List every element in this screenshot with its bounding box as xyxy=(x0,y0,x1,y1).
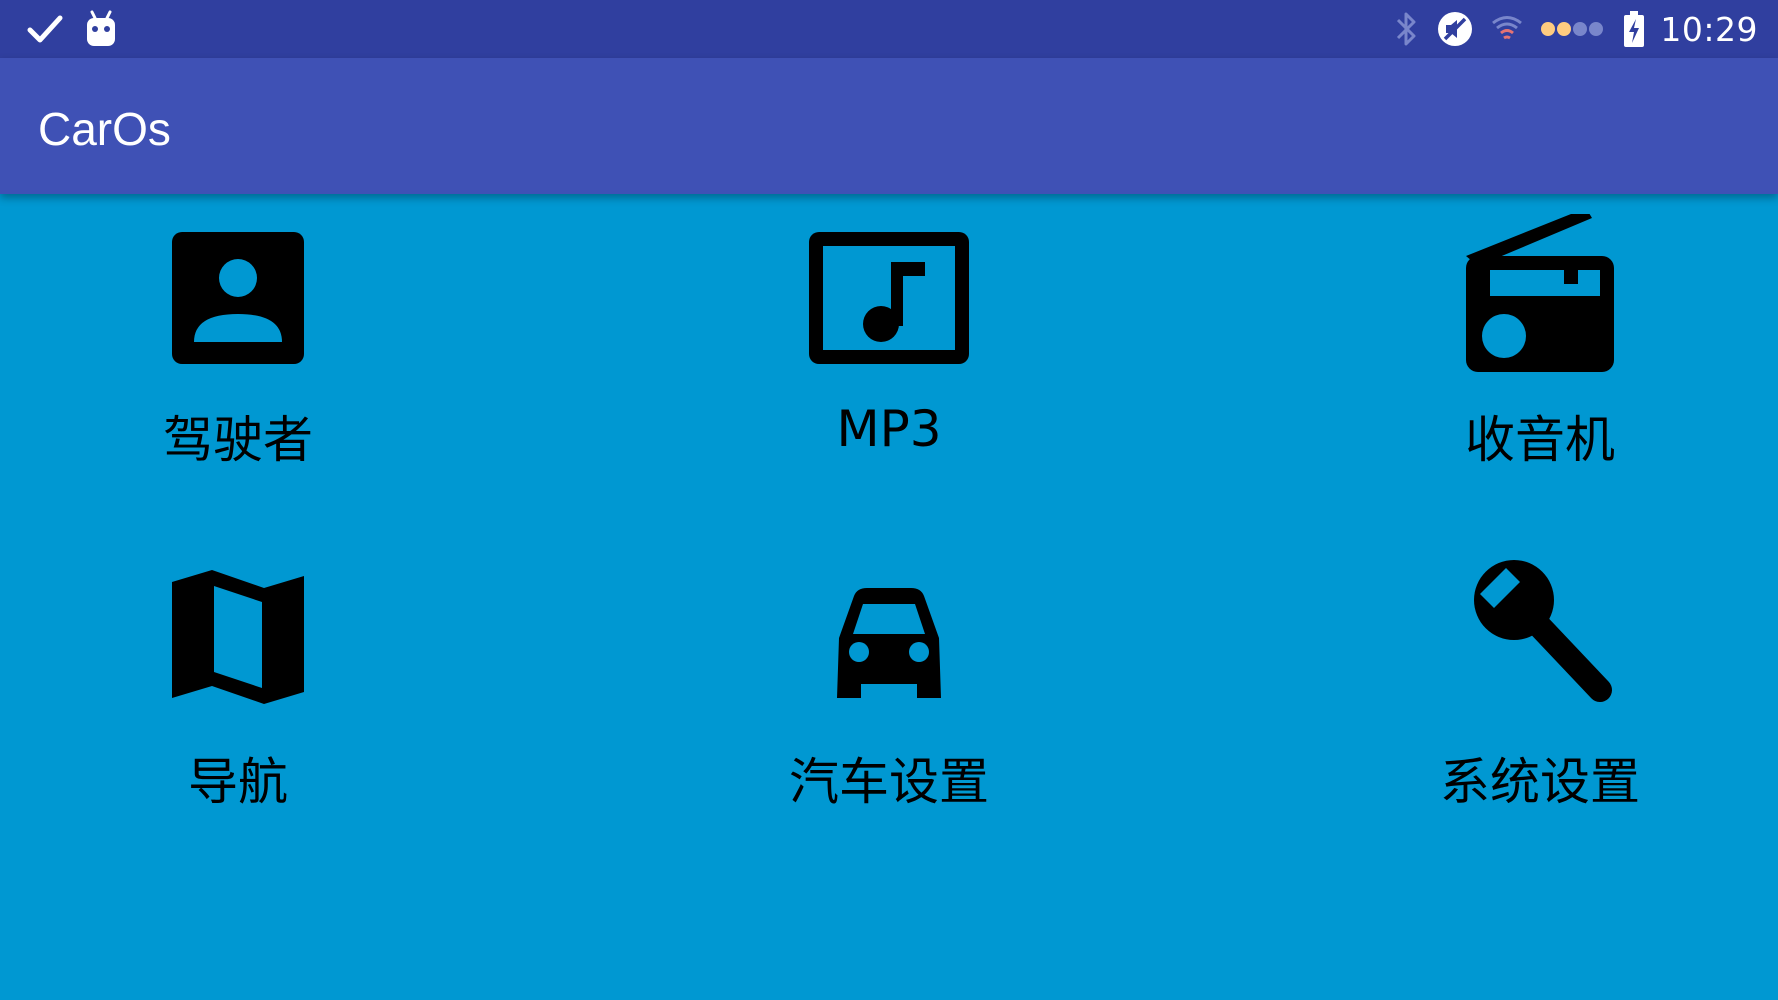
app-bar: CarOs xyxy=(0,58,1778,194)
bluetooth-icon xyxy=(1397,12,1416,46)
driver-tile[interactable]: 驾驶者 xyxy=(38,214,438,544)
check-icon xyxy=(27,15,63,43)
system-settings-tile[interactable]: 系统设置 xyxy=(1340,560,1740,890)
driver-label: 驾驶者 xyxy=(163,411,313,469)
status-time: 10:29 xyxy=(1660,9,1758,49)
app-title: CarOs xyxy=(38,103,171,155)
navigation-tile[interactable]: 导航 xyxy=(38,560,438,890)
status-icons: 10:29 xyxy=(1378,0,1758,58)
signal-dots-icon xyxy=(1541,22,1604,36)
car-icon xyxy=(837,588,941,698)
radio-label: 收音机 xyxy=(1465,411,1615,469)
mp3-tile[interactable]: MP3 xyxy=(689,214,1089,544)
car-settings-tile[interactable]: 汽车设置 xyxy=(689,560,1089,890)
radio-icon xyxy=(1466,214,1614,372)
battery-charging-icon xyxy=(1624,11,1645,47)
mute-icon xyxy=(1438,12,1473,46)
car-settings-label: 汽车设置 xyxy=(789,753,989,811)
music-icon xyxy=(809,232,969,364)
navigation-label: 导航 xyxy=(188,753,288,811)
wrench-icon xyxy=(1474,560,1612,702)
status-bar: 10:29 xyxy=(0,0,1778,58)
map-icon xyxy=(172,570,304,704)
system-settings-label: 系统设置 xyxy=(1440,753,1640,811)
mp3-label: MP3 xyxy=(836,400,942,458)
menu-grid: 驾驶者 MP3 收音机 导航 汽车设置 系统设置 xyxy=(0,194,1778,1000)
contact-icon xyxy=(172,232,304,364)
wifi-icon xyxy=(1492,16,1523,40)
radio-tile[interactable]: 收音机 xyxy=(1340,214,1740,544)
screen: 10:29 CarOs 驾驶者 MP3 收音机 导航 汽车设置 系统设置 xyxy=(0,0,1778,1000)
android-icon xyxy=(87,10,115,46)
